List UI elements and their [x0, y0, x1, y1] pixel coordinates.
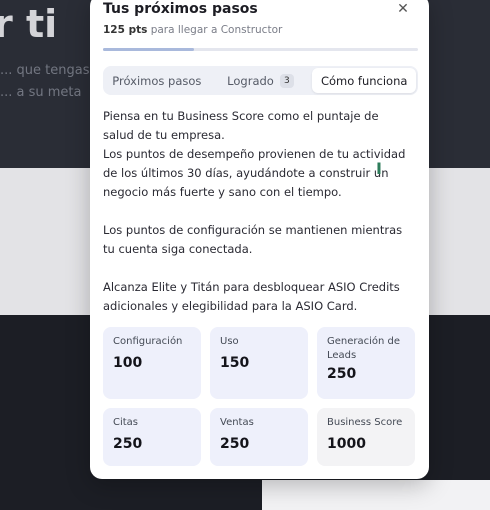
score-card-label: Configuración	[113, 336, 183, 347]
paragraph: Alcanza Elite y Titán para desbloquear A…	[103, 280, 400, 313]
score-card-value: 250	[113, 436, 143, 452]
level-progress-fill	[103, 48, 195, 51]
paragraph: Piensa en tu Business Score como el punt…	[103, 109, 379, 142]
popover-title: Tus próximos pasos	[103, 1, 258, 17]
score-card-configuracion: Configuración 100	[103, 327, 201, 399]
tab-label: Cómo funciona	[320, 73, 408, 88]
background-hero-text: r ti	[0, 2, 58, 46]
score-card-label: Ventas	[220, 417, 254, 428]
count-badge: 3	[279, 73, 294, 88]
score-card-value: 250	[327, 366, 357, 382]
text-cursor-icon: I	[376, 159, 382, 178]
score-card-business-score: Business Score 1000	[317, 408, 415, 466]
paragraph: Los puntos de desempeño provienen de tu …	[103, 147, 406, 199]
tab-label: Próximos pasos	[112, 73, 202, 88]
next-steps-popover: Tus próximos pasos ✕ 125 pts para llegar…	[90, 0, 429, 479]
score-card-value: 150	[220, 355, 250, 371]
background-panel	[262, 480, 490, 510]
tab-label: Logrado	[227, 73, 274, 88]
level-progress-bar	[103, 48, 418, 51]
score-card-value: 100	[113, 355, 143, 371]
background-subtext-line: ... a su meta	[0, 85, 82, 100]
tab-logrado[interactable]: Logrado 3	[209, 68, 313, 93]
score-card-label: Citas	[113, 417, 139, 428]
score-card-value: 1000	[327, 436, 366, 452]
points-value: 125 pts	[103, 24, 148, 36]
paragraph: Los puntos de configuración se mantienen…	[103, 223, 403, 256]
score-card-leads: Generación de Leads 250	[317, 327, 415, 399]
close-icon[interactable]: ✕	[394, 0, 412, 18]
score-card-ventas: Ventas 250	[210, 408, 308, 466]
score-card-label: Business Score	[327, 417, 403, 428]
score-card-uso: Uso 150	[210, 327, 308, 399]
tab-como-funciona[interactable]: Cómo funciona	[312, 68, 417, 93]
tab-proximos-pasos[interactable]: Próximos pasos	[105, 68, 209, 93]
score-breakdown-grid: Configuración 100 Uso 150 Generación de …	[103, 327, 415, 466]
popover-header: Tus próximos pasos ✕ 125 pts para llegar…	[103, 0, 416, 36]
background-subtext: ... que tengas ... a su meta	[0, 60, 89, 104]
points-suffix: para llegar a Constructor	[150, 24, 283, 36]
points-summary: 125 pts para llegar a Constructor	[103, 24, 416, 36]
how-it-works-content: Piensa en tu Business Score como el punt…	[103, 107, 408, 316]
score-card-citas: Citas 250	[103, 408, 201, 466]
popover-tabs: Próximos pasos Logrado 3 Cómo funciona	[103, 66, 418, 95]
score-card-label: Uso	[220, 336, 239, 347]
score-card-label: Generación de Leads	[327, 336, 401, 361]
score-card-value: 250	[220, 436, 250, 452]
background-subtext-line: ... que tengas	[0, 63, 90, 78]
